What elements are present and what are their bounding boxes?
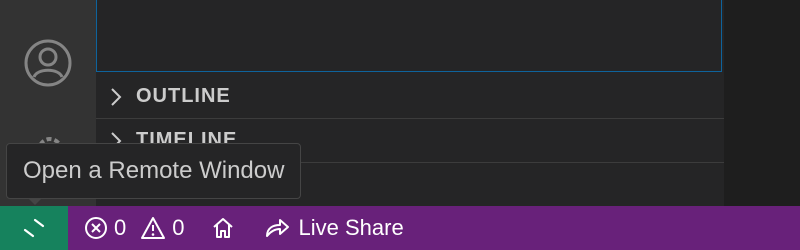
error-count: 0 [114,215,127,240]
remote-window-button[interactable] [0,206,68,250]
problems-indicator[interactable]: 0 0 [84,206,185,250]
error-icon [85,217,107,239]
remote-icon [23,218,45,238]
section-outline[interactable]: OUTLINE [96,75,724,119]
remote-window-tooltip: Open a Remote Window [6,143,302,199]
live-share-label: Live Share [298,215,404,240]
tooltip-arrow [28,198,42,205]
section-label-outline: OUTLINE [136,85,231,107]
warning-icon [141,217,166,239]
accounts-button[interactable] [20,36,76,90]
chevron-right-icon [96,87,136,107]
live-share-icon [265,219,289,237]
home-button[interactable] [211,206,235,250]
tooltip-text: Open a Remote Window [23,157,285,184]
home-icon [212,218,233,238]
warning-count: 0 [172,215,185,240]
status-bar: 0 0 Live Share [0,206,800,250]
live-share-button[interactable]: Live Share [263,206,404,250]
editor-area [724,0,800,206]
explorer-view-focused[interactable] [96,0,722,72]
account-icon [24,39,72,87]
